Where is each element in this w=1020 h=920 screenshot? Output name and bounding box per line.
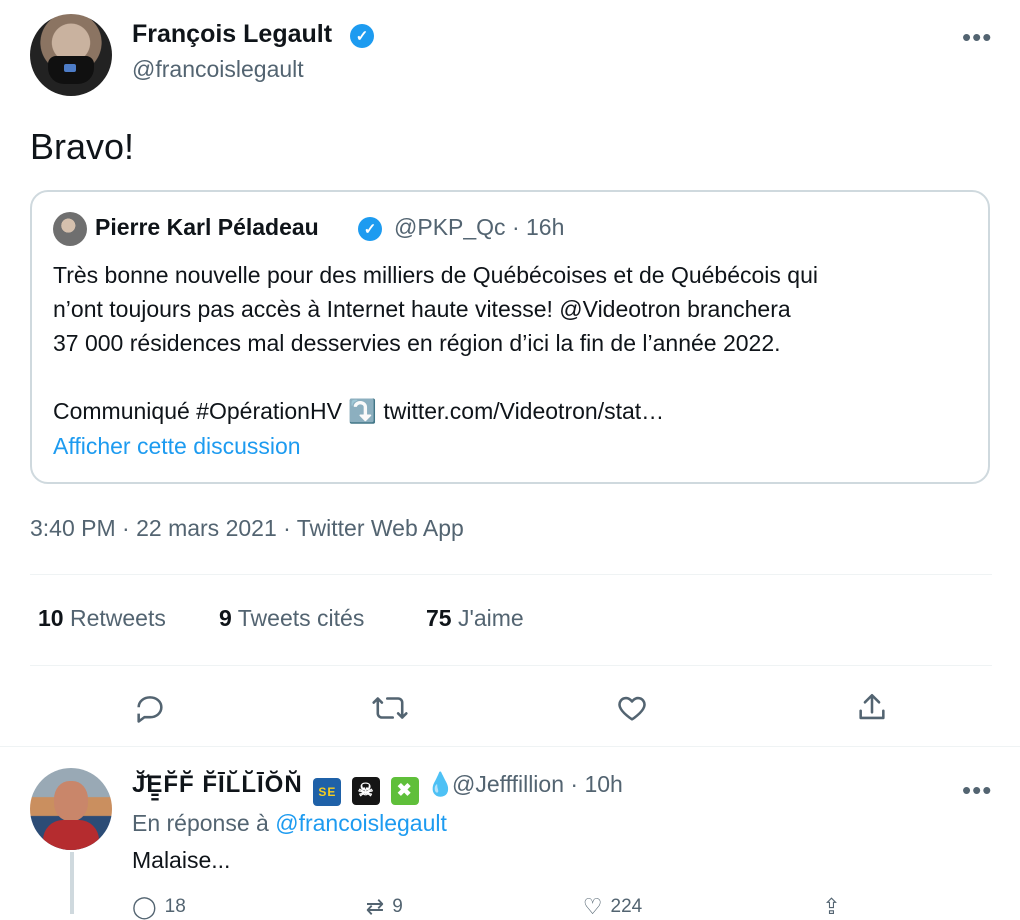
reply-reply-action[interactable]: ◯ 18	[132, 894, 186, 920]
reply-button[interactable]	[128, 686, 172, 730]
quoted-author-name[interactable]: Pierre Karl Péladeau	[95, 214, 319, 241]
reply-reply-count: 18	[164, 896, 186, 917]
verified-icon: ✓	[350, 24, 374, 48]
share-icon: ⇪	[822, 894, 841, 919]
divider	[30, 574, 992, 575]
heart-icon: ♡	[582, 894, 603, 919]
quote-tweets-stat[interactable]: 9 Tweets cités	[219, 605, 364, 632]
share-button[interactable]	[850, 686, 894, 730]
sweden-flag-icon: SE	[313, 778, 342, 806]
reply-author-name-text: J̆̆E̳F̆F̆ F̆ĪL̆L̆ĪŎN̆	[132, 771, 303, 798]
quoted-author-avatar[interactable]	[53, 212, 87, 246]
retweets-label: Retweets	[69, 605, 166, 631]
quoted-author-handle[interactable]: @PKP_Qc	[394, 214, 506, 240]
quote-tweets-label: Tweets cités	[237, 605, 365, 631]
divider	[30, 665, 992, 666]
more-options-icon[interactable]: •••	[962, 22, 992, 53]
reply-actions: ◯ 18 ⇄ 9 ♡ 224 ⇪	[132, 894, 841, 920]
reply-avatar-body	[43, 820, 99, 850]
reply-author-avatar[interactable]	[30, 768, 112, 850]
tweet-timestamp[interactable]: 3:40 PM · 22 mars 2021 · Twitter Web App	[30, 515, 464, 542]
retweets-stat[interactable]: 10 Retweets	[38, 605, 166, 632]
quoted-tweet-text: Très bonne nouvelle pour des milliers de…	[53, 262, 818, 424]
reply-retweet-count: 9	[392, 896, 403, 917]
reply-author-name[interactable]: J̆̆E̳F̆F̆ F̆ĪL̆L̆ĪŎN̆ SE ☠ ✖ 💧	[132, 771, 456, 806]
reply-icon	[137, 696, 163, 723]
likes-label: J'aime	[457, 605, 524, 631]
quoted-time: · 16h	[511, 214, 565, 240]
verified-icon: ✓	[358, 217, 382, 241]
retweet-icon: ⇄	[365, 894, 385, 919]
like-button[interactable]	[610, 686, 654, 730]
author-handle[interactable]: @francoislegault	[132, 56, 304, 83]
likes-stat[interactable]: 75 J'aime	[426, 605, 524, 632]
reply-time: · 10h	[570, 771, 623, 797]
reply-divider	[0, 746, 1020, 747]
show-thread-link[interactable]: Afficher cette discussion	[53, 433, 301, 460]
reply-to-line[interactable]: En réponse à @francoislegault	[132, 810, 447, 837]
retweets-count: 10	[38, 605, 64, 631]
reply-avatar-face	[54, 781, 88, 821]
skull-crossbones-icon: ☠	[352, 776, 381, 805]
reply-icon: ◯	[132, 894, 157, 919]
quote-tweets-count: 9	[219, 605, 232, 631]
reply-to-prefix: En réponse à	[132, 810, 269, 836]
reply-like-action[interactable]: ♡ 224	[583, 894, 642, 920]
reply-meta[interactable]: @Jefffillion · 10h	[452, 771, 623, 798]
reply-retweet-action[interactable]: ⇄ 9	[366, 894, 403, 920]
likes-count: 75	[426, 605, 452, 631]
retweet-button[interactable]	[368, 686, 412, 730]
retweet-icon	[372, 697, 408, 719]
reply-author-handle[interactable]: @Jefffillion	[452, 771, 564, 797]
tweet-text: Bravo!	[30, 126, 135, 167]
reply-share-action[interactable]: ⇪	[822, 894, 840, 920]
reply-like-count: 224	[610, 896, 643, 917]
author-avatar[interactable]	[30, 14, 112, 96]
thread-line	[70, 852, 74, 914]
mask-logo-icon	[64, 64, 76, 72]
cross-icon: ✖	[390, 776, 419, 805]
author-name[interactable]: François Legault	[132, 20, 332, 49]
quoted-author-meta[interactable]: @PKP_Qc · 16h	[394, 214, 564, 241]
reply-more-options-icon[interactable]: •••	[962, 775, 992, 806]
quoted-tweet-card[interactable]: Pierre Karl Péladeau ✓ @PKP_Qc · 16h Trè…	[30, 190, 990, 484]
reply-text: Malaise...	[132, 847, 231, 873]
reply-to-handle[interactable]: @francoislegault	[275, 810, 447, 836]
share-icon	[859, 693, 885, 720]
heart-icon	[618, 696, 646, 721]
